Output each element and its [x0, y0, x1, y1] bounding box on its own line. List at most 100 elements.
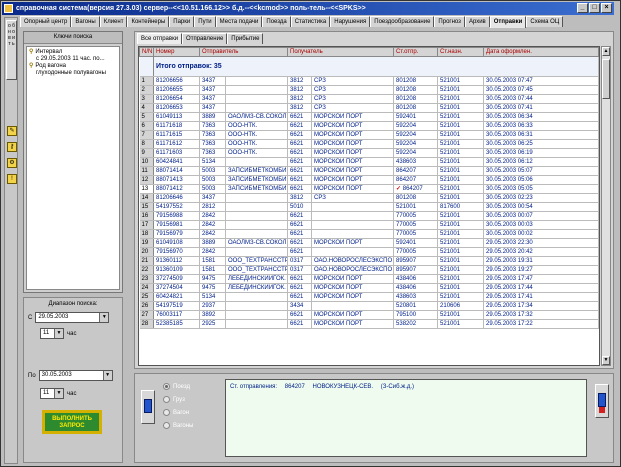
tab-narusheniya[interactable]: Нарушения	[330, 16, 371, 27]
table-cell: 592204	[393, 130, 439, 140]
table-row[interactable]: 25 60424821 5134 6621 МОРСКОЙ ПОРТ 438603 5210…	[139, 292, 599, 302]
refresh-button[interactable]: о б н о в и т ь	[6, 20, 17, 80]
table-row[interactable]: 5 61049113 3889 ОАОЛМЗ-СВ.СОКОЛ 6621 МОРСКОЙ …	[139, 112, 599, 122]
radio-dot[interactable]	[163, 396, 170, 403]
tab-parki[interactable]: Парки	[169, 16, 195, 27]
radio-cargo[interactable]: Груз	[163, 393, 223, 406]
scroll-down-button[interactable]: ▼	[602, 356, 610, 365]
table-row[interactable]: 9 61171603 7363 ООО-НТК. 6621 МОРСКОЙ ПОРТ 592…	[139, 148, 599, 158]
to-hour-field[interactable]: 11 ▼	[40, 388, 64, 399]
tab-arkhiv[interactable]: Архив	[464, 16, 490, 27]
col-number[interactable]: Номер	[153, 47, 200, 57]
table-row[interactable]: 13880714125003ЗАПСИБМЕТКОМБИНАТ6621МОРСК…	[139, 184, 599, 194]
col-receiver[interactable]: Получатель	[287, 47, 395, 57]
scroll-up-button[interactable]: ▲	[602, 47, 610, 56]
col-nn[interactable]: N/N	[139, 47, 154, 57]
tab-arrival[interactable]: Прибытие	[227, 33, 264, 44]
to-label: По	[28, 372, 36, 379]
table-row[interactable]: 18 79156979 2842 6621 770005 521001 30.05.2003…	[139, 229, 599, 239]
col-station-from[interactable]: Ст.отпр.	[393, 47, 439, 57]
table-row[interactable]: 1 81206656 3437 3812 СРЗ 801208 521001 30.05.20…	[139, 76, 599, 86]
table-row[interactable]: 21913601121581ООО_ТЕХТРАНССТРОЙ_0317ОАО.…	[139, 256, 599, 266]
minimize-button[interactable]: _	[577, 3, 588, 13]
table-row[interactable]: 7 61171615 7363 ООО-НТК. 6621 МОРСКОЙ ПОРТ 592…	[139, 130, 599, 140]
tab-puti[interactable]: Пути	[194, 16, 216, 27]
tab-skhema-oc[interactable]: Схема ОЦ	[526, 16, 564, 27]
table-row[interactable]: 8 61171612 7363 ООО-НТК. 6621 МОРСКОЙ ПОРТ 592…	[139, 139, 599, 149]
table-cell: 7363	[199, 139, 226, 149]
tab-statistika[interactable]: Статистика	[290, 16, 331, 27]
table-row[interactable]: 6 61171618 7363 ООО-НТК. 6621 МОРСКОЙ ПОРТ 592…	[139, 121, 599, 131]
table-row[interactable]: 2 81206655 3437 3812 СРЗ 801208 521001 30.05.20…	[139, 85, 599, 95]
from-hour-field[interactable]: 11 ▼	[40, 328, 64, 339]
table-row[interactable]: 26 54197519 2937 3434 520801 210606 29.05.2003…	[139, 301, 599, 311]
close-button[interactable]: ×	[601, 3, 612, 13]
table-row[interactable]: 20 79156970 2842 6621 770005 521001 29.05.2003…	[139, 247, 599, 257]
col-date[interactable]: Дата оформлен.	[483, 47, 599, 57]
table-row[interactable]: 24 37274504 9475 ЛЕБЕДИНСКИЙГОК. 6621 МОРСКОЙ…	[139, 283, 599, 293]
table-row[interactable]: 28 52385185 2925 6621 МОРСКОЙ ПОРТ 538202 5210…	[139, 319, 599, 329]
to-date-field[interactable]: 30.05.2003 ▼	[38, 370, 113, 381]
table-cell: МОРСКОЙ ПОРТ	[311, 130, 395, 140]
table-cell: 3812	[287, 94, 313, 104]
tab-prognoz[interactable]: Прогноз	[434, 16, 465, 27]
col-sender[interactable]: Отправитель	[198, 47, 289, 57]
table-row[interactable]: 19 61049108 3889 ОАОЛМЗ-СВ.СОКОЛ 6621 МОРСКОЙ…	[139, 238, 599, 248]
table-row[interactable]: 10 60424841 5134 6621 МОРСКОЙ ПОРТ 438603 5210…	[139, 157, 599, 167]
vertical-scrollbar[interactable]: ▲ ▼	[601, 46, 611, 366]
table-row[interactable]: 22913601091581ООО_ТЕХТРАНССТРОЙ_0317ОАО.…	[139, 265, 599, 275]
table-row[interactable]: 23 37274509 9475 ЛЕБЕДИНСКИЙГОК. 6621 МОРСКОЙ…	[139, 274, 599, 284]
tab-vagony[interactable]: Вагоны	[71, 16, 100, 27]
tab-mesta-podachi[interactable]: Места подачи	[215, 16, 263, 27]
radio-wagons[interactable]: Вагоны	[163, 419, 223, 432]
chevron-down-icon[interactable]: ▼	[54, 329, 63, 338]
table-row[interactable]: 4 81206653 3437 3812 СРЗ 801208 521001 30.05.20…	[139, 103, 599, 113]
table-row[interactable]: 14 81206646 3437 3812 СРЗ 801208 521001 30.05.2…	[139, 193, 599, 203]
key-item-interval[interactable]: ⚲ Интервал	[29, 49, 117, 56]
tab-opornyi-centr[interactable]: Опорный центр	[20, 16, 72, 27]
settings-icon[interactable]: ⚙	[7, 158, 17, 168]
radio-dot[interactable]	[163, 422, 170, 429]
tab-klient[interactable]: Клиент	[99, 16, 128, 27]
radio-wagon[interactable]: Вагон	[163, 406, 223, 419]
chevron-down-icon[interactable]: ▼	[54, 389, 63, 398]
tab-departure[interactable]: Отправление	[182, 33, 228, 44]
table-row[interactable]: 11880714145003ЗАПСИБМЕТКОМБИНАТ6621МОРСК…	[139, 166, 599, 176]
radio-dot[interactable]	[163, 383, 170, 390]
key-icon[interactable]: ⚷	[7, 142, 17, 152]
edit-icon[interactable]: ✎	[7, 126, 17, 136]
table-row[interactable]: 15 54197552 2812 5010 521001 817600 30.05.2003…	[139, 202, 599, 212]
table-cell: 91360109	[153, 265, 200, 275]
col-station-to[interactable]: Ст.назн.	[437, 47, 485, 57]
table-row[interactable]: 12880714135003ЗАПСИБМЕТКОМБИНАТ6621МОРСК…	[139, 175, 599, 185]
total-row: Итого отправок: 35	[139, 56, 599, 77]
table-cell: 521001	[437, 157, 485, 167]
table-row[interactable]: 3 81206654 3437 3812 СРЗ 801208 521001 30.05.20…	[139, 94, 599, 104]
key-item-wagon-type[interactable]: ⚲ Род вагона	[29, 63, 117, 70]
tab-all-shipments[interactable]: Все отправки	[137, 33, 183, 44]
info-icon[interactable]: !	[7, 174, 17, 184]
run-query-button[interactable]: ВЫПОЛНИТЬ ЗАПРОС	[42, 410, 102, 434]
tab-poezda[interactable]: Поезда	[262, 16, 291, 27]
table-cell: 6621	[287, 220, 313, 230]
tab-konteinery[interactable]: Контейнеры	[127, 16, 170, 27]
chevron-down-icon[interactable]: ▼	[102, 371, 112, 380]
table-cell: 521001	[437, 193, 485, 203]
table-cell	[225, 202, 289, 212]
table-cell: 26	[139, 301, 154, 311]
prev-record-button[interactable]	[141, 390, 155, 424]
chevron-down-icon[interactable]: ▼	[99, 313, 109, 322]
tab-otpravki[interactable]: Отправки	[489, 16, 527, 28]
print-button[interactable]	[595, 384, 609, 418]
tab-poezdoobrazovanie[interactable]: Поездообразование	[370, 16, 435, 27]
table-cell: 521001	[437, 76, 485, 86]
radio-dot[interactable]	[163, 409, 170, 416]
from-date-field[interactable]: 29.05.2003 ▼	[35, 312, 110, 323]
table-row[interactable]: 27 76003117 3892 6621 МОРСКОЙ ПОРТ 795100 5210…	[139, 310, 599, 320]
table-cell: 2842	[199, 247, 226, 257]
table-row[interactable]: 17 79156981 2842 6621 770005 521001 30.05.2003…	[139, 220, 599, 230]
radio-train[interactable]: Поезд	[163, 380, 223, 393]
maximize-button[interactable]: □	[589, 3, 600, 13]
table-row[interactable]: 16 79156988 2842 6621 770005 521001 30.05.2003…	[139, 211, 599, 221]
scroll-thumb[interactable]	[602, 59, 610, 99]
